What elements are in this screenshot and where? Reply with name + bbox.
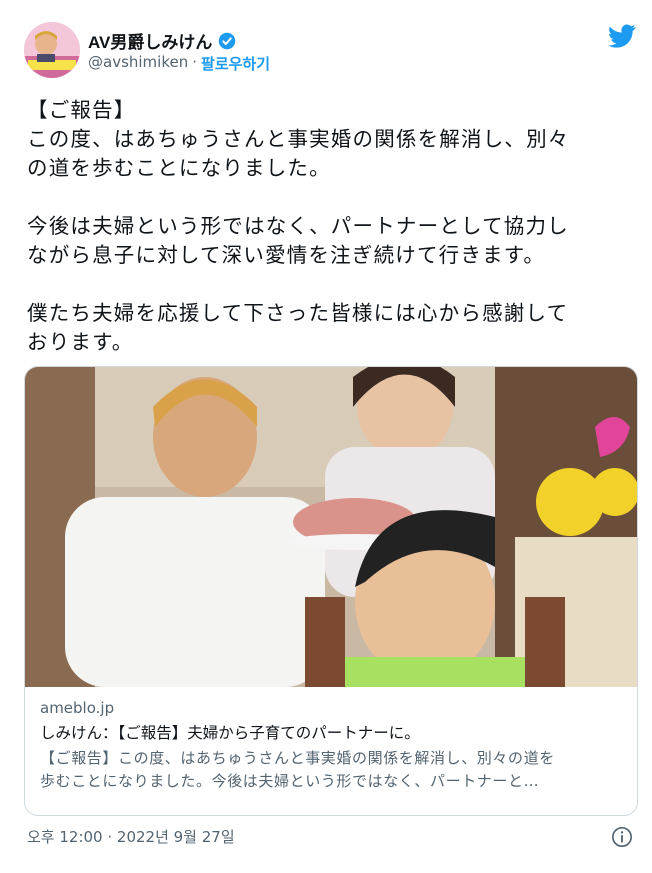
avatar[interactable] [24,22,80,78]
separator: · [192,53,198,71]
tweet-timestamp[interactable]: 오후 12:00 · 2022년 9월 27일 [27,826,235,847]
verified-badge-icon [219,32,236,49]
twitter-bird-icon[interactable] [608,24,636,48]
follow-button[interactable]: 팔로우하기 [201,53,270,74]
avatar-image [24,22,80,78]
display-name[interactable]: AV男爵しみけん [88,28,212,53]
user-handle[interactable]: @avshimiken [88,53,188,74]
card-description: 【ご報告】この度、はあちゅうさんと事実婚の関係を解消し、別々の道を 歩むことにな… [40,749,555,790]
card-domain: ameblo.jp [40,699,115,717]
card-title[interactable]: しみけん：【ご報告】夫婦から子育てのパートナーに。 [40,721,626,745]
link-card[interactable]: ameblo.jp しみけん：【ご報告】夫婦から子育てのパートナーに。 【ご報告… [24,366,638,816]
info-icon[interactable] [611,826,633,848]
tweet-text: 【ご報告】 この度、はあちゅうさんと事実婚の関係を解消し、別々 の道を歩むことに… [27,98,570,354]
tweet-header: AV男爵しみけん @avshimiken · 팔로우하기 [24,20,638,80]
card-photo[interactable] [25,367,638,687]
